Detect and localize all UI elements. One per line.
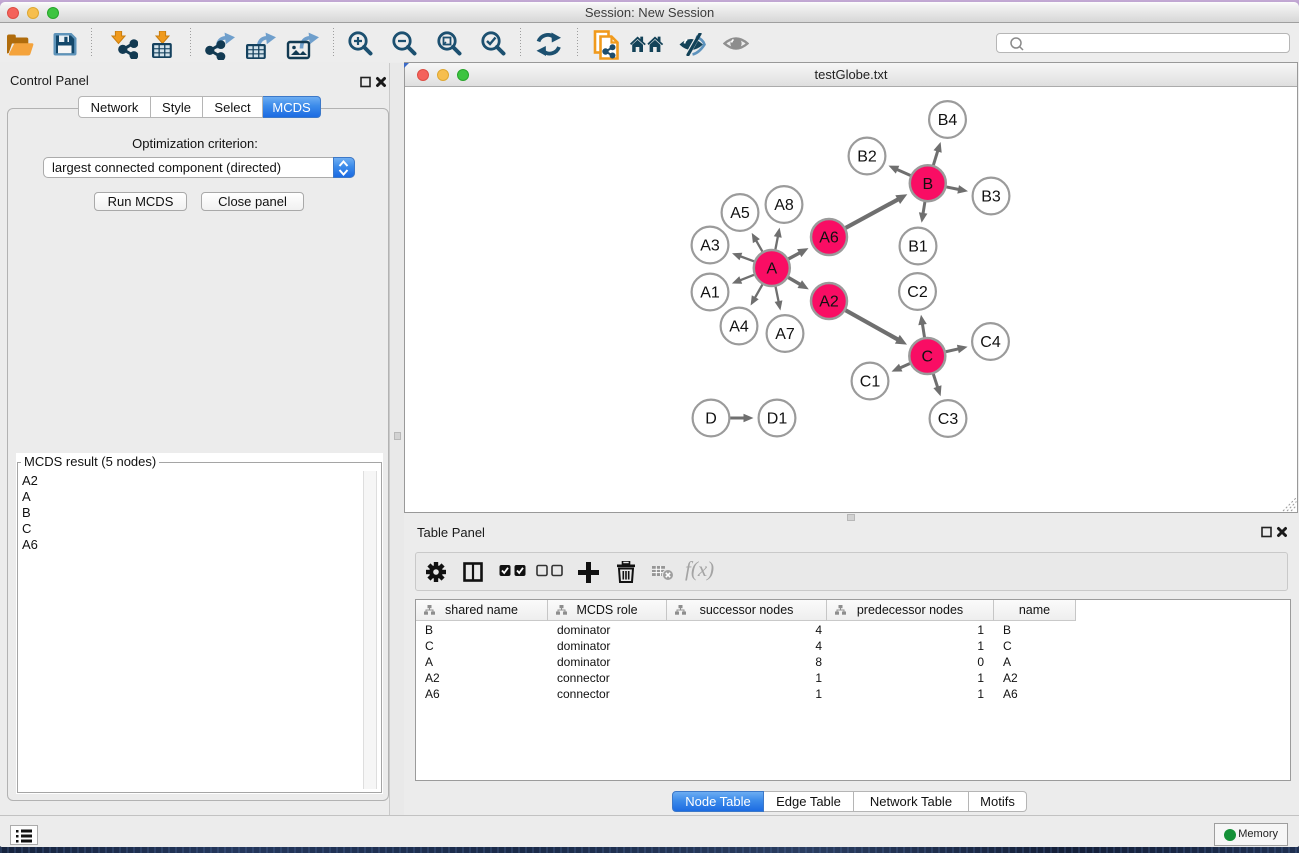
svg-text:B: B: [922, 176, 933, 193]
svg-text:C3: C3: [938, 411, 959, 428]
svg-text:C: C: [922, 349, 934, 366]
svg-text:A: A: [766, 261, 777, 278]
svg-text:D1: D1: [767, 411, 788, 428]
svg-text:C1: C1: [860, 374, 881, 391]
svg-text:A8: A8: [774, 197, 794, 214]
svg-text:B4: B4: [938, 112, 958, 129]
svg-text:A1: A1: [700, 285, 720, 302]
svg-text:B3: B3: [981, 189, 1001, 206]
svg-text:D: D: [705, 411, 717, 428]
svg-text:C2: C2: [907, 284, 928, 301]
svg-text:A7: A7: [775, 326, 795, 343]
svg-text:A6: A6: [819, 230, 839, 247]
svg-text:A5: A5: [730, 205, 750, 222]
svg-text:B1: B1: [908, 239, 928, 256]
svg-text:A3: A3: [700, 238, 720, 255]
svg-text:A4: A4: [729, 319, 749, 336]
svg-text:B2: B2: [857, 149, 877, 166]
svg-text:A2: A2: [819, 294, 839, 311]
svg-text:C4: C4: [980, 334, 1001, 351]
